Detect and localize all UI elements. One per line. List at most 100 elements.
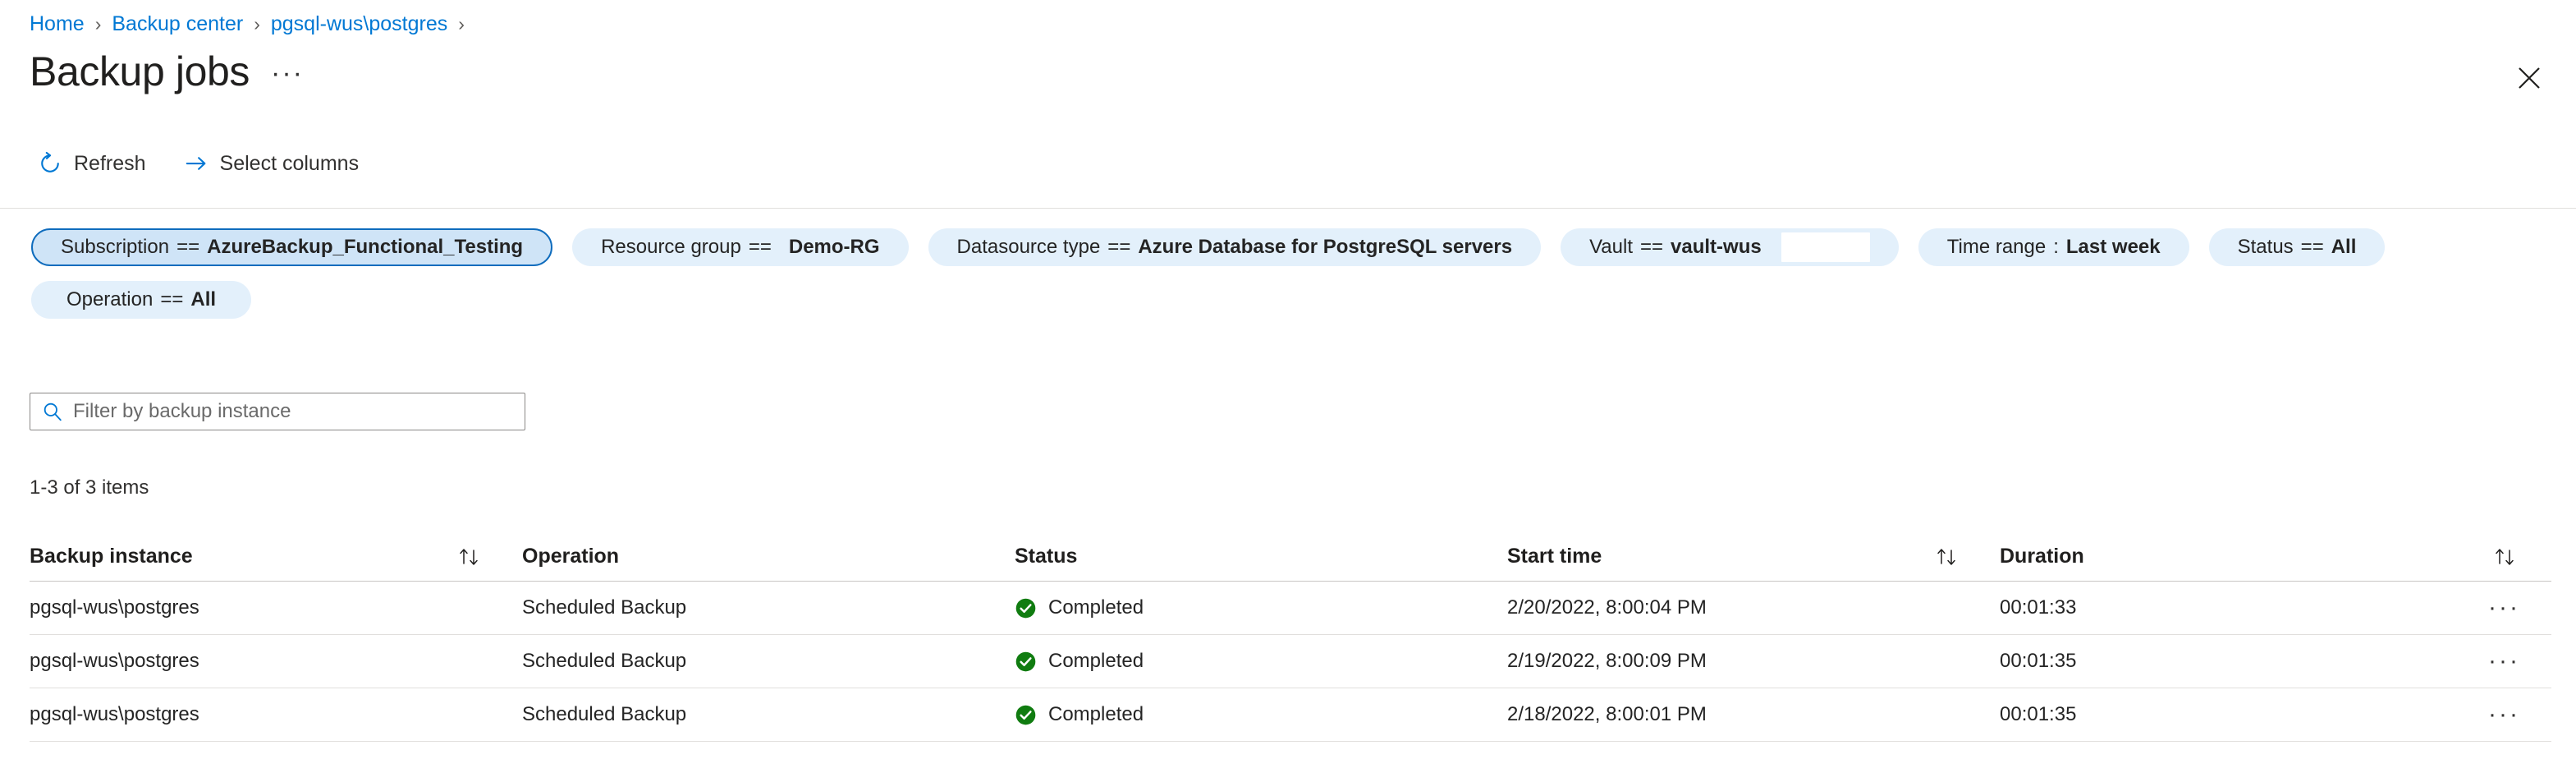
refresh-button[interactable]: Refresh: [36, 148, 148, 179]
command-bar-divider: [0, 208, 2576, 209]
backup-jobs-page: Home › Backup center › pgsql-wus\postgre…: [0, 0, 2576, 759]
cell-operation: Scheduled Backup: [522, 596, 687, 619]
column-header-status[interactable]: Status: [1015, 545, 1507, 568]
filter-pill-time-range[interactable]: Time range : Last week: [1918, 228, 2189, 266]
refresh-icon: [38, 151, 62, 176]
close-button[interactable]: [2505, 54, 2553, 102]
close-icon: [2517, 66, 2542, 90]
page-title: Backup jobs: [30, 48, 250, 94]
column-header-duration[interactable]: Duration: [2000, 545, 2443, 568]
sort-icon[interactable]: [456, 545, 484, 568]
cell-start-time: 2/18/2022, 8:00:01 PM: [1507, 703, 1707, 725]
table-row[interactable]: pgsql-wus\postgres Scheduled Backup Comp…: [30, 582, 2551, 635]
cell-operation: Scheduled Backup: [522, 650, 687, 672]
breadcrumb-item-backup-center[interactable]: Backup center: [112, 12, 243, 36]
filter-pill-status[interactable]: Status == All: [2208, 228, 2386, 266]
filter-value-input-slot[interactable]: [1781, 232, 1870, 262]
filter-pill-vault[interactable]: Vault == vault-wus: [1561, 228, 1899, 266]
cell-status: Completed: [1015, 703, 1507, 726]
search-box[interactable]: [30, 393, 525, 430]
sort-icon[interactable]: [2492, 545, 2520, 568]
filter-value: Demo-RG: [788, 236, 880, 258]
breadcrumb-item-home[interactable]: Home: [30, 12, 85, 36]
filter-operator: ==: [1640, 236, 1664, 258]
refresh-label: Refresh: [74, 151, 146, 175]
filter-pill-group: Subscription == AzureBackup_Functional_T…: [31, 228, 2543, 319]
filter-pill-resource-group[interactable]: Resource group == Demo-RG: [572, 228, 909, 266]
arrow-right-icon: [184, 151, 209, 176]
cell-duration: 00:01:35: [2000, 650, 2077, 672]
column-header-actions: [2443, 545, 2551, 568]
status-label: Completed: [1048, 650, 1144, 672]
filter-key: Vault: [1589, 236, 1633, 258]
column-header-operation[interactable]: Operation: [522, 545, 1015, 568]
sort-icon[interactable]: [1934, 545, 1962, 568]
cell-status: Completed: [1015, 650, 1507, 673]
filter-value: Last week: [2065, 236, 2161, 258]
search-input[interactable]: [73, 400, 513, 423]
filter-key: Datasource type: [956, 236, 1101, 258]
column-header-label: Start time: [1507, 545, 1602, 568]
search-icon: [42, 401, 63, 422]
column-header-label: Operation: [522, 545, 620, 568]
cell-actions: ···: [2443, 708, 2551, 721]
success-check-icon: [1015, 704, 1037, 726]
filter-key: Status: [2237, 236, 2294, 258]
breadcrumb: Home › Backup center › pgsql-wus\postgre…: [30, 12, 475, 36]
command-bar: Refresh Select columns: [36, 148, 360, 179]
column-header-label: Backup instance: [30, 545, 193, 568]
success-check-icon: [1015, 597, 1037, 619]
filter-key: Operation: [66, 288, 154, 310]
filter-operator: ==: [1107, 236, 1131, 258]
cell-start-time: 2/19/2022, 8:00:09 PM: [1507, 650, 1707, 672]
cell-start-time: 2/20/2022, 8:00:04 PM: [1507, 596, 1707, 619]
filter-key: Subscription: [61, 236, 170, 258]
page-more-menu-icon[interactable]: ···: [271, 59, 304, 95]
filter-operator: ==: [176, 236, 200, 258]
column-header-start-time[interactable]: Start time: [1507, 545, 2000, 568]
cell-operation: Scheduled Backup: [522, 703, 687, 725]
page-title-row: Backup jobs ···: [30, 48, 304, 95]
filter-pill-datasource-type[interactable]: Datasource type == Azure Database for Po…: [928, 228, 1542, 266]
row-more-menu-icon[interactable]: ···: [2488, 655, 2520, 668]
status-label: Completed: [1048, 703, 1144, 725]
breadcrumb-separator: ›: [94, 13, 102, 34]
row-more-menu-icon[interactable]: ···: [2488, 708, 2520, 721]
cell-backup-instance: pgsql-wus\postgres: [30, 596, 199, 619]
filter-pill-subscription[interactable]: Subscription == AzureBackup_Functional_T…: [31, 228, 553, 266]
breadcrumb-separator: ›: [254, 13, 260, 34]
filter-operator: :: [2053, 236, 2059, 258]
filter-value: AzureBackup_Functional_Testing: [207, 236, 524, 258]
breadcrumb-separator: ›: [458, 13, 465, 34]
filter-operator: ==: [2300, 236, 2324, 258]
breadcrumb-item-pgsql-wus-postgres[interactable]: pgsql-wus\postgres: [271, 12, 447, 36]
cell-status: Completed: [1015, 596, 1507, 619]
filter-key: Time range: [1946, 236, 2047, 258]
cell-duration: 00:01:35: [2000, 703, 2077, 725]
success-check-icon: [1015, 651, 1037, 673]
column-header-label: Duration: [2000, 545, 2084, 568]
cell-actions: ···: [2443, 601, 2551, 614]
filter-operator: ==: [160, 288, 184, 310]
cell-backup-instance: pgsql-wus\postgres: [30, 703, 199, 725]
table-row[interactable]: pgsql-wus\postgres Scheduled Backup Comp…: [30, 635, 2551, 688]
cell-backup-instance: pgsql-wus\postgres: [30, 650, 199, 672]
table-row[interactable]: pgsql-wus\postgres Scheduled Backup Comp…: [30, 688, 2551, 742]
filter-key: Resource group: [601, 236, 741, 258]
filter-value: vault-wus: [1671, 236, 1762, 258]
cell-actions: ···: [2443, 655, 2551, 668]
table-header-row: Backup instance Operation Status Start t…: [30, 532, 2551, 582]
status-label: Completed: [1048, 596, 1144, 619]
column-header-label: Status: [1015, 545, 1078, 568]
select-columns-label: Select columns: [219, 151, 360, 175]
filter-value: All: [2331, 236, 2357, 258]
backup-jobs-table: Backup instance Operation Status Start t…: [30, 532, 2551, 742]
results-count: 1-3 of 3 items: [30, 476, 149, 499]
filter-value: Azure Database for PostgreSQL servers: [1138, 236, 1513, 258]
filter-pill-operation[interactable]: Operation == All: [31, 281, 251, 319]
select-columns-button[interactable]: Select columns: [182, 148, 361, 179]
column-header-backup-instance[interactable]: Backup instance: [30, 545, 522, 568]
filter-operator: ==: [748, 236, 772, 258]
row-more-menu-icon[interactable]: ···: [2488, 601, 2520, 614]
cell-duration: 00:01:33: [2000, 596, 2077, 619]
